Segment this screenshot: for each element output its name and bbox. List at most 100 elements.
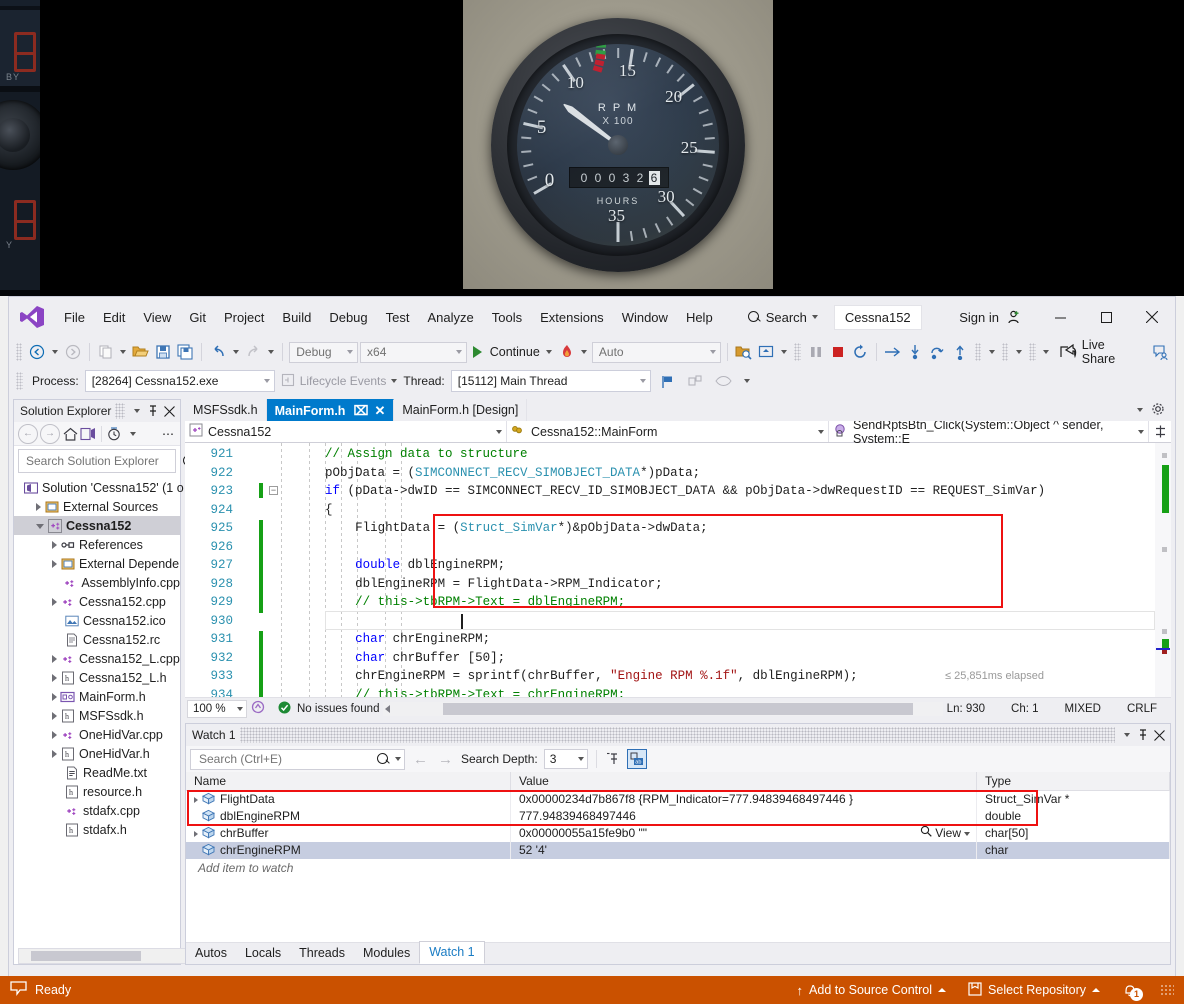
redo-dropdown[interactable] <box>265 341 276 363</box>
solution-tree-item-onehidvar-h[interactable]: hOneHidVar.h <box>14 744 180 763</box>
home-icon[interactable] <box>62 426 78 442</box>
show-next-statement-icon[interactable] <box>883 341 903 363</box>
watch-close-icon[interactable] <box>1151 727 1167 743</box>
active-files-dropdown-icon[interactable] <box>1137 408 1143 412</box>
tab-autos[interactable]: Autos <box>186 943 236 964</box>
solution-tree-item-onehidvar-cpp[interactable]: OneHidVar.cpp <box>14 725 180 744</box>
tab-msfssdk-h[interactable]: MSFSsdk.h <box>185 399 267 421</box>
se-forward-icon[interactable]: → <box>40 424 60 444</box>
menu-test[interactable]: Test <box>377 306 419 329</box>
show-windows-icon[interactable] <box>756 341 776 363</box>
watch-row[interactable]: chrEngineRPM52 '4'char <box>186 842 1170 859</box>
intellicode-icon[interactable] <box>251 700 266 717</box>
tab-close-icon[interactable]: ✕ <box>374 403 385 419</box>
solution-explorer-view-icon[interactable] <box>80 426 96 442</box>
nav-member-combo[interactable]: SendRptsBtn_Click(System::Object ^ sende… <box>829 421 1149 442</box>
hexadecimal-display-icon[interactable]: ab <box>627 749 647 769</box>
expand-chevron-icon[interactable] <box>36 503 41 511</box>
code-line[interactable]: 922pObjData = (SIMCONNECT_RECV_SIMOBJECT… <box>185 464 1171 483</box>
code-line[interactable]: 931char chrEngineRPM; <box>185 630 1171 649</box>
lifecycle-events-button[interactable]: Lifecycle Events <box>281 373 398 390</box>
search-solution-explorer-input[interactable] <box>24 453 183 469</box>
watch-pin-column-icon[interactable] <box>605 751 621 767</box>
toolbar-overflow-1[interactable] <box>986 341 997 363</box>
watch-search-box[interactable] <box>190 749 405 770</box>
solution-platform-combo[interactable]: x64 <box>360 342 467 363</box>
live-share-button[interactable]: Live Share <box>1060 338 1135 366</box>
stop-debugging-button[interactable] <box>828 341 848 363</box>
menu-window[interactable]: Window <box>613 306 677 329</box>
code-line[interactable]: 921// Assign data to structure <box>185 445 1171 464</box>
expand-chevron-icon[interactable] <box>52 731 57 739</box>
solution-tree-item-solution-cessna152-1-o[interactable]: Solution 'Cessna152' (1 o <box>14 478 180 497</box>
menu-edit[interactable]: Edit <box>94 306 134 329</box>
tab-threads[interactable]: Threads <box>290 943 354 964</box>
continue-icon[interactable] <box>469 341 485 363</box>
solution-tree[interactable]: Solution 'Cessna152' (1 oExternal Source… <box>14 476 180 839</box>
watch-pin-icon[interactable] <box>1135 727 1151 743</box>
debug-location-grip[interactable] <box>16 372 23 390</box>
se-toolbar-dropdown[interactable] <box>125 426 141 442</box>
pending-changes-icon[interactable] <box>107 426 123 442</box>
search-depth-combo[interactable]: 3 <box>544 749 588 769</box>
menu-debug[interactable]: Debug <box>320 306 376 329</box>
se-toolbar-overflow[interactable]: ⋯ <box>160 426 176 442</box>
menu-help[interactable]: Help <box>677 306 722 329</box>
extra-toolbar-grip-3[interactable] <box>1029 343 1035 361</box>
nav-class-combo[interactable]: Cessna152::MainForm <box>507 421 829 442</box>
watch-row-name-cell[interactable]: chrBuffer <box>186 825 511 842</box>
expand-chevron-icon[interactable] <box>52 712 57 720</box>
menu-project[interactable]: Project <box>215 306 273 329</box>
new-file-button[interactable] <box>96 341 116 363</box>
watch-search-input[interactable] <box>197 751 377 767</box>
solution-explorer-hscrollbar[interactable] <box>18 948 186 964</box>
hot-reload-icon[interactable] <box>557 341 577 363</box>
solution-tree-item-stdafx-cpp[interactable]: stdafx.cpp <box>14 801 180 820</box>
expand-chevron-icon[interactable] <box>52 674 57 682</box>
solution-explorer-search[interactable] <box>18 449 176 473</box>
solution-tree-item-cessna152-rc[interactable]: Cessna152.rc <box>14 630 180 649</box>
tab-modules[interactable]: Modules <box>354 943 419 964</box>
toolbar-grip[interactable] <box>16 343 22 361</box>
restart-button[interactable] <box>850 341 870 363</box>
expand-chevron-icon[interactable] <box>52 655 57 663</box>
editor-settings-gear-icon[interactable] <box>1151 402 1165 419</box>
show-windows-dropdown[interactable] <box>778 341 789 363</box>
solution-tree-item-cessna152-cpp[interactable]: Cessna152.cpp <box>14 592 180 611</box>
solution-tree-item-cessna152-l-h[interactable]: hCessna152_L.h <box>14 668 180 687</box>
solution-tree-item-resource-h[interactable]: hresource.h <box>14 782 180 801</box>
hot-reload-dropdown[interactable] <box>579 341 590 363</box>
select-repository-button[interactable]: Select Repository <box>968 982 1100 999</box>
solution-tree-item-cessna152-l-cpp[interactable]: Cessna152_L.cpp <box>14 649 180 668</box>
view-value-button[interactable]: View <box>920 825 976 842</box>
chevron-down-icon[interactable] <box>395 757 401 761</box>
new-file-dropdown[interactable] <box>118 341 129 363</box>
menu-extensions[interactable]: Extensions <box>531 306 613 329</box>
step-out-icon[interactable] <box>949 341 969 363</box>
column-header-name[interactable]: Name <box>186 772 511 790</box>
add-item-to-watch-row[interactable]: Add item to watch <box>186 859 1170 875</box>
watch-row-value-cell[interactable]: 52 '4' <box>511 842 977 859</box>
add-to-source-control-button[interactable]: ↑ Add to Source Control <box>797 983 947 998</box>
pin-icon[interactable] <box>145 403 161 419</box>
tab-mainform-h[interactable]: MainForm.h ⌧ ✕ <box>267 399 395 421</box>
collapse-chevron-icon[interactable] <box>36 524 44 529</box>
column-header-type[interactable]: Type <box>977 772 1170 790</box>
tab-watch-1[interactable]: Watch 1 <box>419 941 484 964</box>
show-threads-icon[interactable] <box>685 370 707 392</box>
nav-project-combo[interactable]: Cessna152 <box>185 421 507 442</box>
solution-tree-item-external-depende[interactable]: External Depende <box>14 554 180 573</box>
navigate-backward-button[interactable] <box>27 341 47 363</box>
watch-menu-icon[interactable] <box>1119 727 1135 743</box>
solution-tree-item-readme-txt[interactable]: ReadMe.txt <box>14 763 180 782</box>
se-back-icon[interactable]: ← <box>18 424 38 444</box>
menu-view[interactable]: View <box>134 306 180 329</box>
live-share-invite-icon[interactable] <box>1151 341 1171 363</box>
code-line[interactable]: 923if (pData->dwID == SIMCONNECT_RECV_ID… <box>185 482 1171 501</box>
step-into-icon[interactable] <box>905 341 925 363</box>
source-not-available-icon[interactable] <box>713 370 735 392</box>
code-line[interactable]: 934// this->tbRPM->Text = chrEngineRPM; <box>185 686 1171 698</box>
continue-dropdown[interactable] <box>544 341 555 363</box>
resize-grip[interactable] <box>1160 984 1174 996</box>
process-combo[interactable]: [28264] Cessna152.exe <box>85 370 275 392</box>
